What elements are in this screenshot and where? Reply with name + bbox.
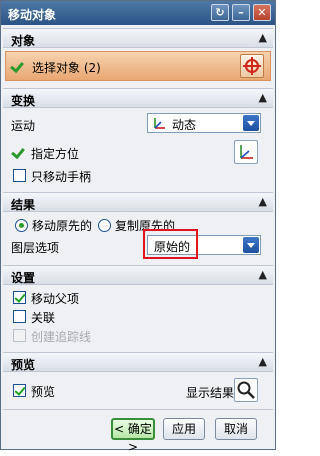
move-handle-only-label: 只移动手柄 — [31, 170, 92, 184]
dropdown-arrow-icon[interactable] — [243, 237, 259, 253]
move-parent-label: 移动父项 — [31, 292, 80, 306]
section-object-title: 对象 — [11, 34, 36, 48]
minimize-icon: – — [238, 6, 244, 19]
motion-label: 运动 — [11, 119, 36, 133]
section-result-header[interactable]: 结果 ▲ — [3, 192, 273, 212]
show-result-button[interactable] — [234, 378, 258, 402]
collapse-arrow-icon[interactable]: ▲ — [259, 195, 267, 208]
window-title: 移动对象 — [8, 8, 57, 22]
associate-checkbox[interactable] — [13, 310, 26, 323]
collapse-arrow-icon[interactable]: ▲ — [259, 31, 267, 44]
section-settings-header[interactable]: 设置 ▲ — [3, 265, 273, 285]
section-settings-title: 设置 — [11, 271, 36, 285]
close-icon: ✕ — [257, 6, 267, 19]
crosshair-icon — [243, 57, 261, 75]
ok-button[interactable]: < 确定 > — [111, 418, 155, 454]
check-icon — [13, 147, 25, 157]
orientation-axis-icon — [240, 145, 253, 159]
layer-option-label: 图层选项 — [11, 241, 60, 255]
create-trace-checkbox — [13, 329, 26, 342]
move-object-dialog: 移动对象 ↻ – ✕ 对象 ▲ 选择对象 (2) 变换 ▲ 运动 动态 指定方位… — [0, 0, 276, 454]
section-preview-title: 预览 — [11, 358, 36, 372]
collapse-arrow-icon[interactable]: ▲ — [259, 268, 267, 281]
move-original-label: 移动原先的 — [32, 219, 93, 233]
specify-orientation-button[interactable] — [234, 140, 258, 164]
section-result-title: 结果 — [11, 198, 36, 212]
motion-axis-icon — [154, 118, 165, 129]
move-handle-only-checkbox[interactable] — [13, 169, 26, 182]
check-icon — [12, 61, 24, 71]
reset-icon: ↻ — [215, 6, 225, 19]
section-transform-header[interactable]: 变换 ▲ — [3, 88, 273, 108]
motion-value: 动态 — [172, 118, 197, 132]
create-trace-label: 创建追踪线 — [31, 330, 92, 344]
select-object-row[interactable]: 选择对象 (2) — [5, 51, 271, 81]
reset-button[interactable]: ↻ — [211, 4, 229, 21]
section-preview-header[interactable]: 预览 ▲ — [3, 352, 273, 372]
preview-label: 预览 — [31, 385, 56, 399]
close-button[interactable]: ✕ — [253, 4, 271, 21]
cancel-button[interactable]: 取消 — [215, 418, 257, 440]
associate-label: 关联 — [31, 311, 56, 325]
section-transform-title: 变换 — [11, 94, 36, 108]
move-original-radio[interactable] — [15, 219, 28, 232]
minimize-button[interactable]: – — [232, 4, 250, 21]
dropdown-arrow-icon[interactable] — [243, 115, 259, 131]
apply-button[interactable]: 应用 — [163, 418, 205, 440]
preview-checkbox[interactable] — [13, 384, 26, 397]
copy-original-radio[interactable] — [98, 219, 111, 232]
move-parent-checkbox[interactable] — [13, 291, 26, 304]
footer-divider — [3, 409, 273, 410]
select-object-button[interactable] — [240, 54, 264, 78]
specify-orientation-label: 指定方位 — [31, 147, 80, 161]
section-object-header[interactable]: 对象 ▲ — [3, 28, 273, 48]
magnifier-icon — [237, 381, 255, 399]
select-object-label: 选择对象 (2) — [32, 61, 101, 75]
collapse-arrow-icon[interactable]: ▲ — [259, 91, 267, 104]
show-result-label: 显示结果 — [186, 386, 235, 400]
collapse-arrow-icon[interactable]: ▲ — [259, 355, 267, 368]
motion-dropdown[interactable]: 动态 — [147, 113, 261, 133]
title-bar: 移动对象 ↻ – ✕ — [1, 1, 275, 25]
highlight-annotation — [143, 229, 198, 259]
